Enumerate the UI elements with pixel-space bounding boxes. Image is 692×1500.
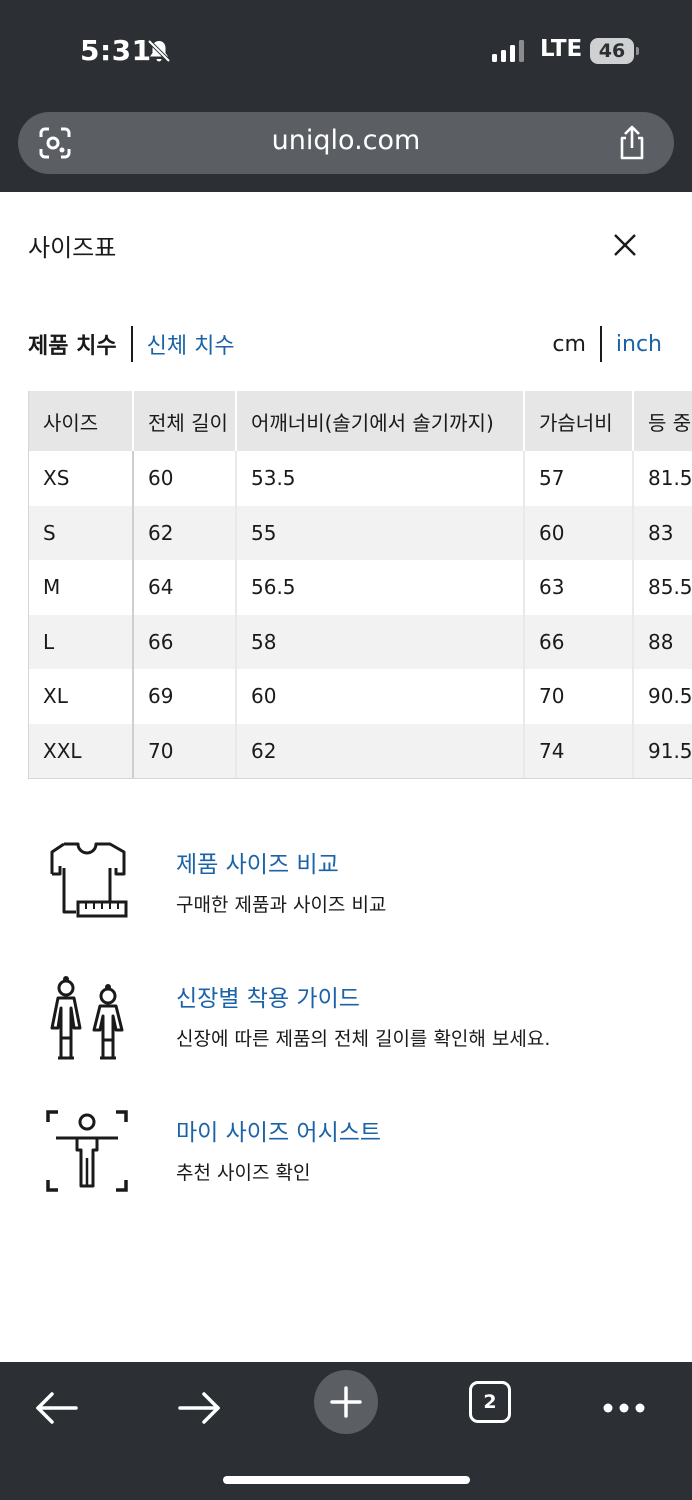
table-row: M 64 56.5 63 85.5: [29, 560, 692, 615]
table-cell: 69: [133, 669, 237, 724]
table-cell: 90.5: [633, 669, 692, 724]
unit-inch[interactable]: inch: [616, 332, 662, 357]
table-cell: 60: [236, 669, 525, 724]
share-icon[interactable]: [616, 124, 648, 162]
table-cell: 56.5: [236, 560, 525, 615]
table-cell: 74: [524, 723, 634, 778]
feature-desc: 구매한 제품과 사이즈 비교: [176, 894, 387, 916]
height-guide-icon: [50, 976, 124, 1060]
table-cell: 64: [133, 560, 237, 615]
tab-count: 2: [469, 1381, 511, 1423]
size-cell: S: [29, 505, 134, 560]
size-cell: XL: [29, 669, 134, 724]
tab-product-size[interactable]: 제품 치수: [28, 328, 117, 360]
browser-bottom-toolbar: 2: [0, 1362, 692, 1500]
table-cell: 88: [633, 614, 692, 669]
size-cell: M: [29, 560, 134, 615]
table-cell: 66: [524, 614, 634, 669]
feature-desc: 신장에 따른 제품의 전체 길이를 확인해 보세요.: [176, 1028, 551, 1050]
table-cell: 62: [133, 505, 237, 560]
table-cell: 62: [236, 723, 525, 778]
feature-my-size-assist[interactable]: 마이 사이즈 어시스트 추천 사이즈 확인: [0, 1100, 692, 1200]
signal-strength-icon: [492, 40, 524, 62]
table-cell: 66: [133, 614, 237, 669]
table-cell: 53.5: [236, 451, 525, 506]
table-row: XL 69 60 70 90.5: [29, 669, 692, 724]
tab-switcher-button[interactable]: 2: [460, 1372, 520, 1432]
tab-body-size[interactable]: 신체 치수: [147, 328, 235, 360]
size-table: 사이즈 전체 길이 어깨너비(솔기에서 솔기까지) 가슴너비 등 중 XS 60…: [29, 391, 692, 778]
table-cell: 70: [133, 723, 237, 778]
page-title: 사이즈표: [28, 234, 117, 262]
unit-cm[interactable]: cm: [552, 332, 586, 357]
forward-arrow-icon[interactable]: [170, 1378, 230, 1438]
back-arrow-icon[interactable]: [26, 1378, 86, 1438]
table-cell: 57: [524, 451, 634, 506]
table-cell: 58: [236, 614, 525, 669]
bell-off-icon: [147, 39, 171, 63]
table-cell: 83: [633, 505, 692, 560]
table-cell: 63: [524, 560, 634, 615]
table-cell: 81.5: [633, 451, 692, 506]
table-row: L 66 58 66 88: [29, 614, 692, 669]
tab-divider: [130, 326, 133, 362]
feature-title[interactable]: 신장별 착용 가이드: [176, 979, 360, 1013]
table-row: XS 60 53.5 57 81.5: [29, 451, 692, 506]
table-cell: 85.5: [633, 560, 692, 615]
table-cell: 60: [524, 505, 634, 560]
feature-title[interactable]: 마이 사이즈 어시스트: [176, 1113, 381, 1147]
battery-indicator: 46: [590, 38, 639, 64]
size-table-scroll[interactable]: 사이즈 전체 길이 어깨너비(솔기에서 솔기까지) 가슴너비 등 중 XS 60…: [28, 391, 692, 779]
measurement-tabs: 제품 치수 신체 치수: [28, 326, 235, 362]
body-scan-icon: [46, 1110, 128, 1192]
more-options-icon[interactable]: [594, 1378, 654, 1438]
url-text[interactable]: uniqlo.com: [18, 125, 674, 156]
network-type: LTE: [540, 36, 583, 62]
size-cell: XS: [29, 451, 134, 506]
status-time: 5:31: [80, 34, 152, 67]
column-header: 사이즈: [29, 391, 134, 451]
column-header: 전체 길이: [133, 391, 237, 451]
table-row: XXL 70 62 74 91.5: [29, 723, 692, 778]
size-cell: XXL: [29, 723, 134, 778]
column-header: 가슴너비: [524, 391, 634, 451]
home-indicator[interactable]: [223, 1476, 470, 1484]
table-cell: 70: [524, 669, 634, 724]
shirt-measure-icon: [50, 842, 128, 918]
size-cell: L: [29, 614, 134, 669]
feature-height-guide[interactable]: 신장별 착용 가이드 신장에 따른 제품의 전체 길이를 확인해 보세요.: [0, 966, 692, 1066]
feature-desc: 추천 사이즈 확인: [176, 1162, 311, 1184]
table-cell: 55: [236, 505, 525, 560]
column-header: 등 중: [633, 391, 692, 451]
feature-title[interactable]: 제품 사이즈 비교: [176, 845, 339, 879]
table-row: S 62 55 60 83: [29, 505, 692, 560]
table-cell: 91.5: [633, 723, 692, 778]
unit-toggle: cm inch: [552, 326, 662, 362]
new-tab-plus-icon[interactable]: [314, 1370, 378, 1434]
table-header-row: 사이즈 전체 길이 어깨너비(솔기에서 솔기까지) 가슴너비 등 중: [29, 391, 692, 451]
unit-divider: [599, 326, 602, 362]
address-bar[interactable]: uniqlo.com: [18, 112, 674, 174]
table-cell: 60: [133, 451, 237, 506]
feature-product-compare[interactable]: 제품 사이즈 비교 구매한 제품과 사이즈 비교: [0, 830, 692, 930]
close-icon[interactable]: [612, 232, 638, 258]
column-header: 어깨너비(솔기에서 솔기까지): [236, 391, 525, 451]
browser-top-chrome: 5:31 LTE 46 uniqlo.com: [0, 0, 692, 192]
